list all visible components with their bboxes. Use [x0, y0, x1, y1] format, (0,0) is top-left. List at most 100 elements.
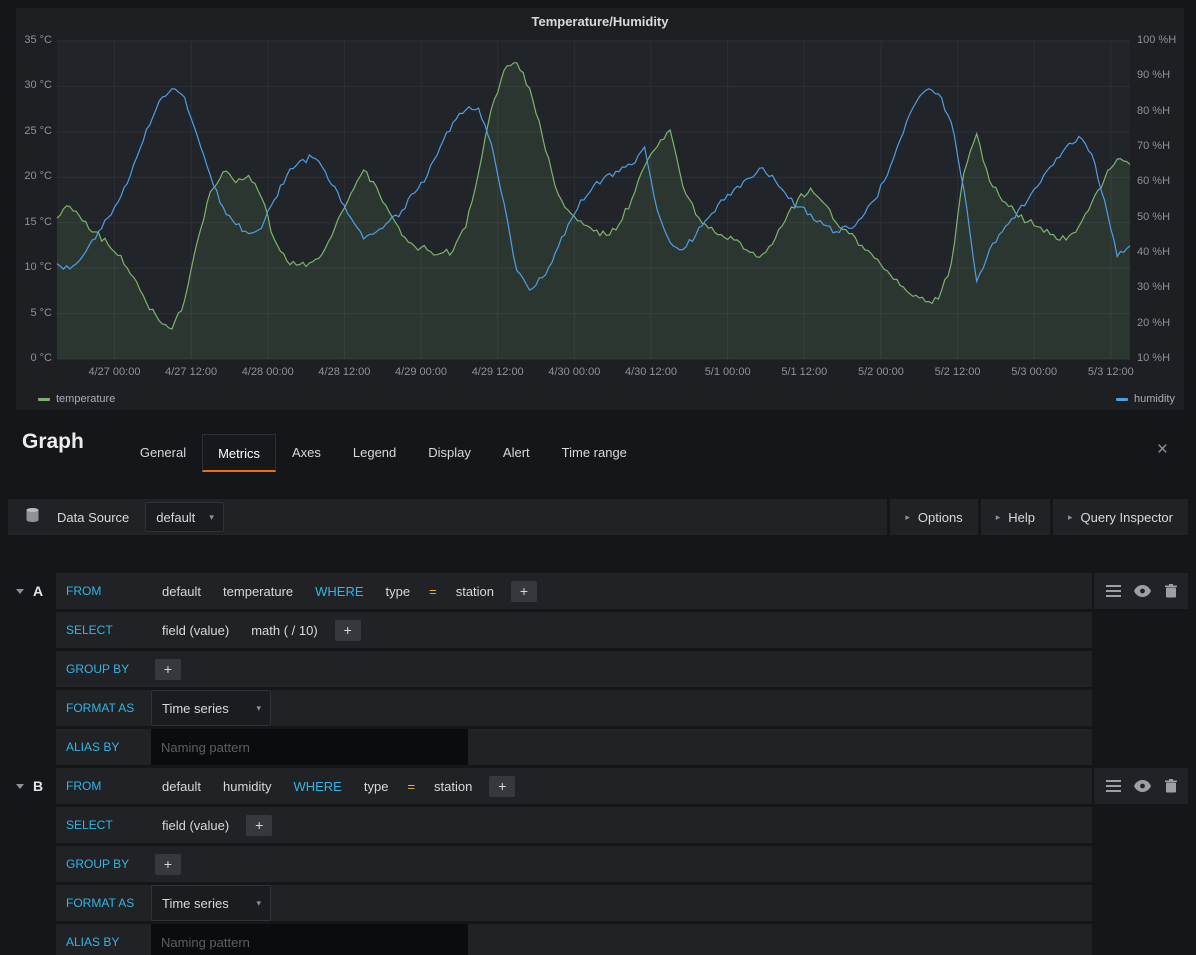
query-b-select-row: SELECT field (value) + — [56, 807, 1188, 843]
options-label: Options — [918, 510, 963, 525]
datasource-label: Data Source — [57, 510, 129, 525]
query-a-from-row: FROM default temperature WHERE type = st… — [56, 573, 1188, 609]
editor-tabs: General Metrics Axes Legend Display Aler… — [124, 433, 643, 472]
format-as-select[interactable]: Time series ▾ — [151, 885, 271, 921]
query-b-alias-row: ALIAS BY — [56, 924, 1188, 955]
query-menu-icon[interactable] — [1104, 583, 1123, 599]
tab-alert[interactable]: Alert — [487, 433, 546, 472]
where-operator-segment[interactable]: = — [421, 584, 445, 599]
time-series-chart[interactable] — [16, 8, 1184, 410]
alias-by-input[interactable] — [151, 729, 468, 765]
options-button[interactable]: ▸ Options — [890, 499, 977, 535]
humidity-series-swatch — [1116, 398, 1128, 401]
legend-item-temperature[interactable]: temperature — [38, 393, 115, 405]
from-datasource-segment[interactable]: default — [151, 779, 212, 794]
format-as-select[interactable]: Time series ▾ — [151, 690, 271, 726]
caret-down-icon: ▾ — [256, 703, 261, 714]
query-menu-icon[interactable] — [1104, 778, 1123, 794]
collapse-query-icon — [16, 589, 24, 594]
legend-label: temperature — [56, 393, 115, 405]
where-tag-value-segment[interactable]: station — [445, 584, 505, 599]
alias-by-input[interactable] — [151, 924, 468, 955]
delete-query-trash-icon[interactable] — [1163, 582, 1179, 600]
query-b-format-row: FORMAT AS Time series ▾ — [56, 885, 1188, 921]
graph-panel: Temperature/Humidity temperature humidit… — [16, 8, 1184, 410]
add-select-part-button[interactable]: + — [335, 620, 361, 641]
query-b-collapse[interactable]: B — [16, 768, 43, 804]
caret-down-icon: ▾ — [256, 898, 261, 909]
grafana-panel-edit-page: Temperature/Humidity temperature humidit… — [0, 0, 1196, 955]
query-b: B FROM default humidity WHERE type = sta… — [8, 768, 1188, 955]
close-editor-icon[interactable]: × — [1157, 440, 1168, 459]
query-a-alias-row: ALIAS BY — [56, 729, 1188, 765]
where-operator-segment[interactable]: = — [399, 779, 423, 794]
query-a-select-row: SELECT field (value) math ( / 10) + — [56, 612, 1188, 648]
where-keyword: WHERE — [304, 584, 374, 599]
groupby-keyword: GROUP BY — [56, 857, 151, 871]
query-b-groupby-row: GROUP BY + — [56, 846, 1188, 882]
select-field-segment[interactable]: field (value) — [151, 623, 240, 638]
query-ref-letter: A — [33, 583, 43, 599]
where-tag-key-segment[interactable]: type — [353, 779, 400, 794]
tab-axes[interactable]: Axes — [276, 433, 337, 472]
query-b-from-row: FROM default humidity WHERE type = stati… — [56, 768, 1188, 804]
temperature-series-swatch — [38, 398, 50, 401]
from-measurement-segment[interactable]: humidity — [212, 779, 282, 794]
query-editor: Data Source default ▾ ▸ Options ▸ Help ▸… — [8, 499, 1188, 955]
format-as-value: Time series — [162, 896, 229, 911]
query-inspector-label: Query Inspector — [1081, 510, 1174, 525]
panel-type-title: Graph — [22, 430, 84, 454]
query-inspector-button[interactable]: ▸ Query Inspector — [1053, 499, 1188, 535]
query-a: A FROM default temperature WHERE type = … — [8, 573, 1188, 765]
query-a-groupby-row: GROUP BY + — [56, 651, 1188, 687]
alias-by-keyword: ALIAS BY — [56, 740, 151, 754]
chevron-right-icon: ▸ — [996, 512, 1001, 523]
where-tag-key-segment[interactable]: type — [375, 584, 422, 599]
toggle-visibility-eye-icon[interactable] — [1132, 583, 1153, 599]
datasource-select[interactable]: default ▾ — [145, 502, 224, 532]
chevron-right-icon: ▸ — [905, 512, 910, 523]
where-keyword: WHERE — [282, 779, 352, 794]
datasource-row: Data Source default ▾ ▸ Options ▸ Help ▸… — [8, 499, 1188, 535]
query-a-collapse[interactable]: A — [16, 573, 43, 609]
select-math-segment[interactable]: math ( / 10) — [240, 623, 328, 638]
add-groupby-button[interactable]: + — [155, 659, 181, 680]
help-button[interactable]: ▸ Help — [981, 499, 1050, 535]
select-keyword: SELECT — [56, 623, 151, 637]
chevron-right-icon: ▸ — [1068, 512, 1073, 523]
query-a-format-row: FORMAT AS Time series ▾ — [56, 690, 1188, 726]
from-keyword: FROM — [56, 584, 151, 598]
add-groupby-button[interactable]: + — [155, 854, 181, 875]
tab-legend[interactable]: Legend — [337, 433, 412, 472]
query-ref-letter: B — [33, 778, 43, 794]
format-as-keyword: FORMAT AS — [56, 896, 151, 910]
tab-metrics[interactable]: Metrics — [202, 434, 276, 472]
caret-down-icon: ▾ — [209, 512, 214, 523]
where-tag-value-segment[interactable]: station — [423, 779, 483, 794]
from-datasource-segment[interactable]: default — [151, 584, 212, 599]
database-icon — [24, 507, 41, 528]
tab-display[interactable]: Display — [412, 433, 487, 472]
add-condition-button[interactable]: + — [511, 581, 537, 602]
add-select-part-button[interactable]: + — [246, 815, 272, 836]
select-keyword: SELECT — [56, 818, 151, 832]
groupby-keyword: GROUP BY — [56, 662, 151, 676]
tab-time-range[interactable]: Time range — [546, 433, 643, 472]
alias-by-keyword: ALIAS BY — [56, 935, 151, 949]
add-condition-button[interactable]: + — [489, 776, 515, 797]
legend-item-humidity[interactable]: humidity — [1116, 393, 1175, 405]
collapse-query-icon — [16, 784, 24, 789]
from-keyword: FROM — [56, 779, 151, 793]
format-as-value: Time series — [162, 701, 229, 716]
datasource-main: Data Source default ▾ — [8, 499, 887, 535]
tab-general[interactable]: General — [124, 433, 202, 472]
panel-editor-header: Graph General Metrics Axes Legend Displa… — [0, 422, 1196, 472]
datasource-selected-value: default — [156, 510, 195, 525]
format-as-keyword: FORMAT AS — [56, 701, 151, 715]
select-field-segment[interactable]: field (value) — [151, 818, 240, 833]
delete-query-trash-icon[interactable] — [1163, 777, 1179, 795]
help-label: Help — [1008, 510, 1035, 525]
from-measurement-segment[interactable]: temperature — [212, 584, 304, 599]
toggle-visibility-eye-icon[interactable] — [1132, 778, 1153, 794]
legend-label: humidity — [1134, 393, 1175, 405]
